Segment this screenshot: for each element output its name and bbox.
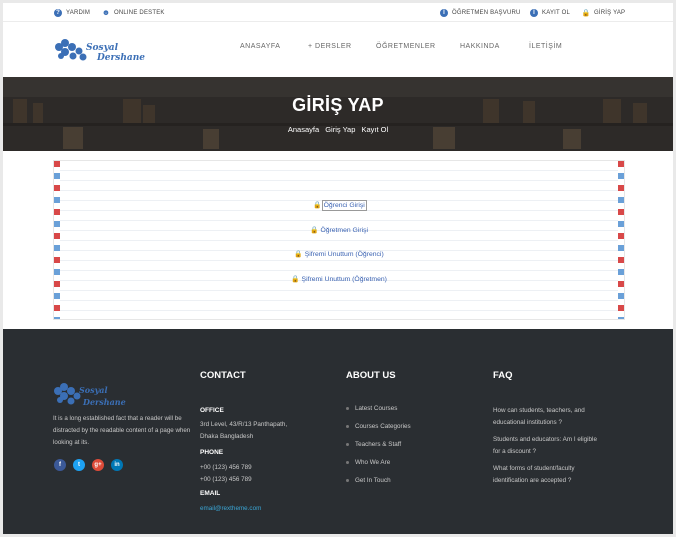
student-login-link[interactable]: 🔒 Öğrenci Girişi	[54, 200, 624, 211]
site-footer: Sosyal Dershane It is a long established…	[3, 329, 673, 534]
breadcrumb: Anasayfa Giriş Yap Kayıt Ol	[3, 125, 673, 134]
page-title: GİRİŞ YAP	[292, 95, 384, 115]
site-logo[interactable]: Sosyal Dershane	[53, 38, 157, 64]
site-header: Sosyal Dershane ANASAYFA + DERSLER ÖĞRET…	[3, 23, 673, 77]
faq-heading: FAQ	[493, 370, 513, 381]
top-bar: ? YARDIM ☻ ONLINE DESTEK i ÖĞRETMEN BAŞV…	[3, 3, 673, 22]
lock-icon: 🔒	[581, 9, 591, 17]
lock-icon: 🔒	[291, 276, 300, 283]
student-forgot-password-link[interactable]: 🔒 Şifremi Unuttum (Öğrenci)	[54, 250, 624, 258]
airmail-border-right	[618, 161, 624, 319]
footer-link-get-in-touch[interactable]: Get In Touch	[346, 477, 391, 484]
faq-question-2-line1[interactable]: Students and educators: Am I eligible	[493, 434, 597, 446]
teacher-login-label: Öğretmen Girişi	[320, 227, 369, 234]
page: ? YARDIM ☻ ONLINE DESTEK i ÖĞRETMEN BAŞV…	[3, 3, 673, 534]
email-label: EMAIL	[200, 490, 221, 497]
teacher-forgot-password-link[interactable]: 🔒 Şifremi Unuttum (Öğretmen)	[54, 275, 624, 283]
nav-courses[interactable]: + DERSLER	[308, 43, 352, 50]
nav-home[interactable]: ANASAYFA	[240, 43, 280, 50]
faq-question-2-line2[interactable]: for a discount ?	[493, 446, 536, 458]
office-address-line1: 3rd Level, 43/R/13 Panthapath,	[200, 421, 288, 428]
register-label: KAYIT OL	[542, 9, 571, 16]
breadcrumb-login[interactable]: Giriş Yap	[325, 125, 355, 134]
lock-icon: 🔒	[309, 227, 319, 234]
email-link[interactable]: email@rextheme.com	[200, 503, 261, 515]
phone-number-1: +00 (123) 456 789	[200, 464, 252, 471]
teacher-forgot-label: Şifremi Unuttum (Öğretmen)	[301, 276, 387, 283]
lined-paper-background	[54, 161, 624, 319]
svg-text:Sosyal: Sosyal	[79, 385, 108, 395]
phone-number-2: +00 (123) 456 789	[200, 476, 252, 483]
airmail-border-left	[54, 161, 60, 319]
twitter-icon[interactable]: t	[73, 459, 85, 471]
google-plus-icon[interactable]: g+	[92, 459, 104, 471]
question-icon: ?	[54, 8, 62, 17]
phone-label: PHONE	[200, 449, 224, 456]
info-icon: i	[530, 8, 538, 17]
footer-logo[interactable]: Sosyal Dershane	[53, 381, 127, 411]
lock-icon: 🔒	[313, 202, 322, 209]
breadcrumb-register[interactable]: Kayıt Ol	[361, 125, 388, 134]
help-label: YARDIM	[66, 9, 91, 16]
faq-question-1-line1[interactable]: How can students, teachers, and	[493, 405, 585, 417]
nav-contact[interactable]: İLETİŞİM	[529, 43, 562, 50]
teacher-apply-label: ÖĞRETMEN BAŞVURU	[452, 9, 521, 16]
footer-about-text: It is a long established fact that a rea…	[53, 415, 191, 446]
teacher-login-link[interactable]: 🔒 Öğretmen Girişi	[54, 226, 624, 234]
register-link[interactable]: i KAYIT OL	[530, 3, 570, 22]
svg-text:Dershane: Dershane	[96, 53, 145, 63]
office-address-line2: Dhaka Bangladesh	[200, 433, 254, 440]
student-login-label: Öğrenci Girişi	[321, 200, 367, 211]
svg-text:Sosyal: Sosyal	[86, 43, 119, 53]
teacher-apply-link[interactable]: i ÖĞRETMEN BAŞVURU	[440, 3, 521, 22]
login-options-card: 🔒 Öğrenci Girişi 🔒 Öğretmen Girişi 🔒 Şifrem…	[53, 160, 625, 320]
info-icon: i	[440, 8, 448, 17]
support-link[interactable]: ☻ ONLINE DESTEK	[102, 3, 165, 22]
nav-about[interactable]: HAKKINDA	[460, 43, 500, 50]
student-forgot-label: Şifremi Unuttum (Öğrenci)	[304, 251, 384, 258]
facebook-icon[interactable]: f	[54, 459, 66, 471]
footer-link-course-categories[interactable]: Courses Categories	[346, 423, 411, 430]
footer-link-latest-courses[interactable]: Latest Courses	[345, 405, 397, 412]
office-label: OFFICE	[200, 407, 224, 414]
linkedin-icon[interactable]: in	[111, 459, 123, 471]
user-icon: ☻	[101, 8, 111, 17]
breadcrumb-home[interactable]: Anasayfa	[288, 125, 319, 134]
about-us-heading: ABOUT US	[346, 370, 396, 381]
support-label: ONLINE DESTEK	[114, 9, 165, 16]
faq-question-1-line2[interactable]: educational institutions ?	[493, 417, 562, 429]
login-link[interactable]: 🔒 GİRİŞ YAP	[581, 3, 626, 22]
faq-question-3-line2[interactable]: identification are accepted ?	[493, 475, 571, 487]
footer-link-who-we-are[interactable]: Who We Are	[345, 459, 390, 466]
help-link[interactable]: ? YARDIM	[54, 3, 90, 22]
contact-heading: CONTACT	[200, 370, 246, 381]
nav-teachers[interactable]: ÖĞRETMENLER	[376, 43, 436, 50]
login-label: GİRİŞ YAP	[594, 9, 626, 16]
faq-question-3-line1[interactable]: What forms of student/faculty	[493, 463, 575, 475]
svg-text:Dershane: Dershane	[82, 397, 126, 407]
footer-link-teachers-staff[interactable]: Teachers & Staff	[345, 441, 401, 448]
lock-icon: 🔒	[294, 251, 303, 258]
page-banner: GİRİŞ YAP Anasayfa Giriş Yap Kayıt Ol	[3, 77, 673, 151]
